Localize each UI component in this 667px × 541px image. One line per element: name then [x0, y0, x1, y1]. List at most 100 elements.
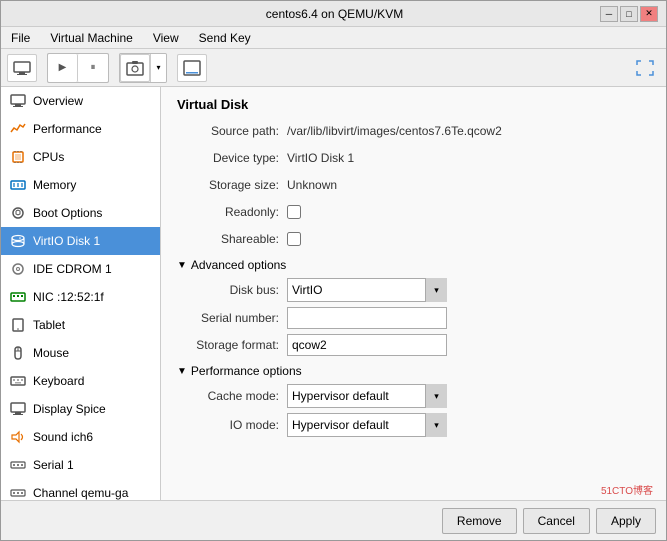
- monitor-btn[interactable]: [7, 54, 37, 82]
- toolbar: ▶ ⏸ ▾: [1, 49, 666, 87]
- disk-bus-row: Disk bus: VirtIO IDE SCSI USB SATA ▾: [177, 278, 650, 302]
- screenshot-btn[interactable]: [120, 54, 150, 82]
- sidebar-item-display-spice[interactable]: Display Spice: [1, 395, 160, 423]
- sidebar-item-mouse[interactable]: Mouse: [1, 339, 160, 367]
- bottom-bar: Remove Cancel Apply: [1, 500, 666, 540]
- remove-button[interactable]: Remove: [442, 508, 517, 534]
- sidebar-item-tablet[interactable]: Tablet: [1, 311, 160, 339]
- nic-icon: [9, 288, 27, 306]
- sidebar: Overview Performance CPUs Memory: [1, 87, 161, 500]
- pause-btn[interactable]: ⏸: [78, 54, 108, 82]
- close-btn[interactable]: ✕: [640, 6, 658, 22]
- cpus-icon: [9, 148, 27, 166]
- readonly-label: Readonly:: [177, 205, 287, 219]
- window-controls: ─ □ ✕: [600, 6, 658, 22]
- minimize-btn[interactable]: ─: [600, 6, 618, 22]
- memory-icon: [9, 176, 27, 194]
- performance-options-header[interactable]: ▼ Performance options: [177, 364, 650, 378]
- io-mode-select-wrapper: Hypervisor default threads native ▾: [287, 413, 447, 437]
- sidebar-label-display-spice: Display Spice: [33, 402, 106, 416]
- sidebar-label-overview: Overview: [33, 94, 83, 108]
- advanced-options-arrow: ▼: [177, 260, 187, 271]
- sidebar-item-boot-options[interactable]: Boot Options: [1, 199, 160, 227]
- advanced-options-header[interactable]: ▼ Advanced options: [177, 258, 650, 272]
- cache-mode-row: Cache mode: Hypervisor default none writ…: [177, 384, 650, 408]
- main-window: centos6.4 on QEMU/KVM ─ □ ✕ File Virtual…: [0, 0, 667, 541]
- fullscreen-btn[interactable]: [630, 54, 660, 82]
- sidebar-label-ide-cdrom1: IDE CDROM 1: [33, 262, 112, 276]
- virtio-disk1-icon: [9, 232, 27, 250]
- device-type-label: Device type:: [177, 151, 287, 165]
- sidebar-label-boot-options: Boot Options: [33, 206, 102, 220]
- shareable-label: Shareable:: [177, 232, 287, 246]
- sidebar-item-cpus[interactable]: CPUs: [1, 143, 160, 171]
- shareable-row: Shareable:: [177, 228, 650, 250]
- console-btn[interactable]: [177, 54, 207, 82]
- performance-icon: [9, 120, 27, 138]
- device-type-row: Device type: VirtIO Disk 1: [177, 147, 650, 169]
- storage-size-label: Storage size:: [177, 178, 287, 192]
- window-title: centos6.4 on QEMU/KVM: [69, 7, 600, 21]
- serial1-icon: [9, 456, 27, 474]
- device-type-value: VirtIO Disk 1: [287, 151, 354, 165]
- sidebar-item-channel-qemu-ga[interactable]: Channel qemu-ga: [1, 479, 160, 500]
- shareable-checkbox[interactable]: [287, 232, 301, 246]
- sidebar-label-channel-qemu-ga: Channel qemu-ga: [33, 486, 128, 500]
- boot-options-icon: [9, 204, 27, 222]
- sidebar-label-performance: Performance: [33, 122, 102, 136]
- storage-format-label: Storage format:: [177, 338, 287, 352]
- control-btn-group: ▶ ⏸: [47, 53, 109, 83]
- sidebar-label-keyboard: Keyboard: [33, 374, 84, 388]
- sidebar-item-performance[interactable]: Performance: [1, 115, 160, 143]
- sound-ich6-icon: [9, 428, 27, 446]
- sidebar-label-sound-ich6: Sound ich6: [33, 430, 93, 444]
- maximize-btn[interactable]: □: [620, 6, 638, 22]
- menu-send-key[interactable]: Send Key: [193, 29, 257, 47]
- titlebar: centos6.4 on QEMU/KVM ─ □ ✕: [1, 1, 666, 27]
- sidebar-item-memory[interactable]: Memory: [1, 171, 160, 199]
- sidebar-item-serial1[interactable]: Serial 1: [1, 451, 160, 479]
- serial-number-input[interactable]: [287, 307, 447, 329]
- cache-mode-select[interactable]: Hypervisor default none writethrough wri…: [287, 384, 447, 408]
- sidebar-label-serial1: Serial 1: [33, 458, 74, 472]
- disk-bus-select[interactable]: VirtIO IDE SCSI USB SATA: [287, 278, 447, 302]
- readonly-checkbox[interactable]: [287, 205, 301, 219]
- performance-options-label: Performance options: [191, 364, 302, 378]
- sidebar-item-keyboard[interactable]: Keyboard: [1, 367, 160, 395]
- menu-file[interactable]: File: [5, 29, 36, 47]
- sidebar-label-nic: NIC :12:52:1f: [33, 290, 104, 304]
- serial-number-row: Serial number:: [177, 307, 650, 329]
- advanced-options-label: Advanced options: [191, 258, 286, 272]
- detail-panel: Virtual Disk Source path: /var/lib/libvi…: [161, 87, 666, 500]
- ide-cdrom1-icon: [9, 260, 27, 278]
- run-btn[interactable]: ▶: [48, 54, 78, 82]
- main-content: Overview Performance CPUs Memory: [1, 87, 666, 500]
- sidebar-item-nic[interactable]: NIC :12:52:1f: [1, 283, 160, 311]
- sidebar-label-mouse: Mouse: [33, 346, 69, 360]
- channel-qemu-ga-icon: [9, 484, 27, 500]
- sidebar-item-sound-ich6[interactable]: Sound ich6: [1, 423, 160, 451]
- sidebar-label-tablet: Tablet: [33, 318, 65, 332]
- apply-button[interactable]: Apply: [596, 508, 656, 534]
- cancel-button[interactable]: Cancel: [523, 508, 590, 534]
- source-path-value: /var/lib/libvirt/images/centos7.6Te.qcow…: [287, 124, 502, 138]
- sidebar-label-virtio-disk1: VirtIO Disk 1: [33, 234, 100, 248]
- sidebar-label-cpus: CPUs: [33, 150, 64, 164]
- menu-virtual-machine[interactable]: Virtual Machine: [44, 29, 139, 47]
- menubar: File Virtual Machine View Send Key: [1, 27, 666, 49]
- storage-format-row: Storage format:: [177, 334, 650, 356]
- cache-mode-select-wrapper: Hypervisor default none writethrough wri…: [287, 384, 447, 408]
- source-path-row: Source path: /var/lib/libvirt/images/cen…: [177, 120, 650, 142]
- io-mode-row: IO mode: Hypervisor default threads nati…: [177, 413, 650, 437]
- disk-bus-select-wrapper: VirtIO IDE SCSI USB SATA ▾: [287, 278, 447, 302]
- display-spice-icon: [9, 400, 27, 418]
- menu-view[interactable]: View: [147, 29, 185, 47]
- screenshot-dropdown-btn[interactable]: ▾: [150, 54, 166, 82]
- sidebar-item-virtio-disk1[interactable]: VirtIO Disk 1: [1, 227, 160, 255]
- io-mode-select[interactable]: Hypervisor default threads native: [287, 413, 447, 437]
- sidebar-item-overview[interactable]: Overview: [1, 87, 160, 115]
- storage-format-input[interactable]: [287, 334, 447, 356]
- storage-size-row: Storage size: Unknown: [177, 174, 650, 196]
- sidebar-label-memory: Memory: [33, 178, 76, 192]
- sidebar-item-ide-cdrom1[interactable]: IDE CDROM 1: [1, 255, 160, 283]
